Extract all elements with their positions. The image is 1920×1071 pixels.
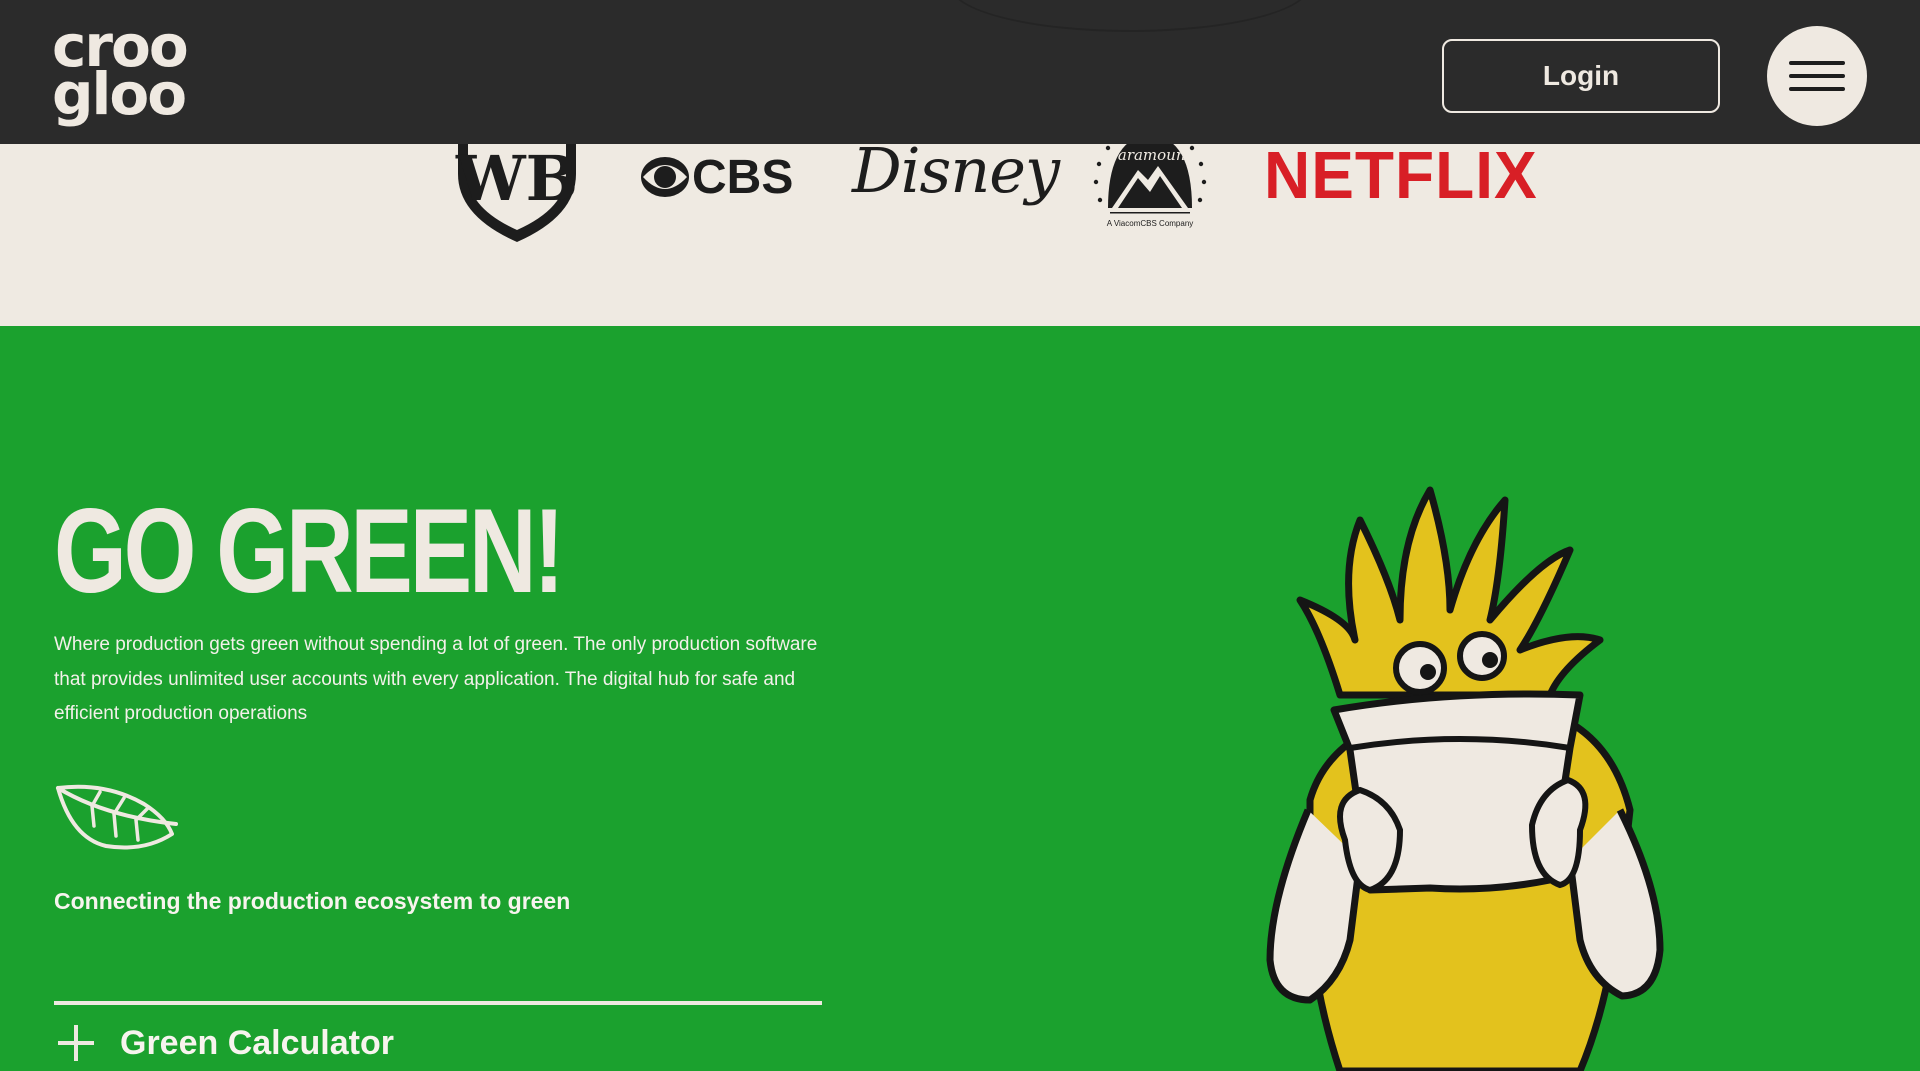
- cbs-logo-text: CBS: [692, 150, 794, 204]
- site-header: croo gloo Login: [0, 0, 1920, 144]
- accordion-label: Green Calculator: [120, 1023, 394, 1062]
- accordion-divider: [54, 1001, 822, 1005]
- cbs-eye-icon: [641, 157, 689, 197]
- plant-mascot-illustration: [1266, 486, 1664, 1071]
- hero-title: GO GREEN!: [54, 484, 565, 618]
- plus-icon: [58, 1025, 94, 1061]
- disney-logo: Disney: [852, 134, 1060, 207]
- netflix-logo: NETFLIX: [1264, 137, 1538, 213]
- login-button[interactable]: Login: [1442, 39, 1720, 113]
- hero-description: Where production gets green without spen…: [54, 634, 818, 724]
- header-decoration: [950, 0, 1310, 32]
- crew-gloo-logo[interactable]: croo gloo: [52, 17, 222, 132]
- hamburger-icon: [1789, 61, 1845, 91]
- green-calculator-accordion[interactable]: Green Calculator: [54, 1018, 394, 1068]
- paramount-subtitle: A ViacomCBS Company: [1107, 219, 1194, 228]
- wb-logo-text: WB: [455, 142, 578, 215]
- cbs-logo: CBS: [640, 150, 793, 204]
- feature-label: Connecting the production ecosystem to g…: [54, 888, 571, 914]
- paramount-logo-text: Paramount: [1107, 146, 1192, 164]
- leaf-icon: [56, 784, 178, 850]
- menu-button[interactable]: [1767, 26, 1867, 126]
- logo-line-2: gloo: [52, 60, 187, 128]
